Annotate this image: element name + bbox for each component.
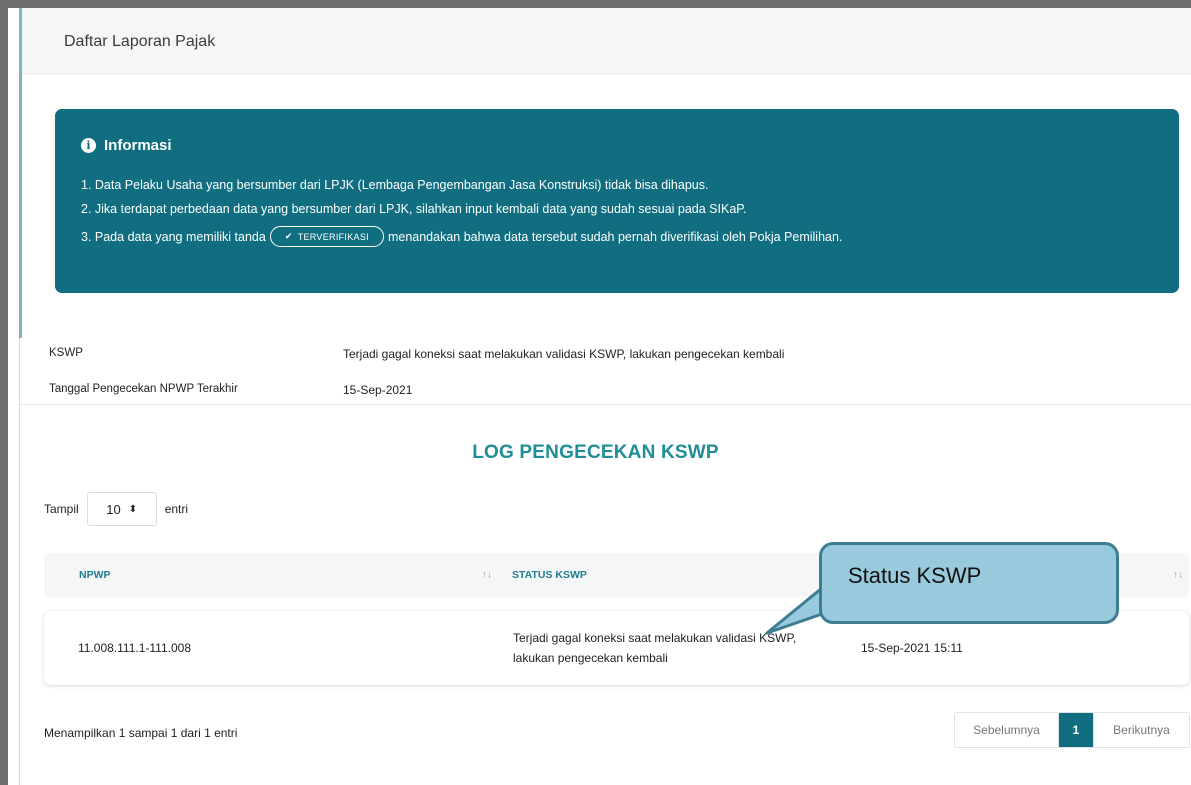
verified-badge: ✔ TERVERIFIKASI — [269, 226, 384, 247]
table-info: Menampilkan 1 sampai 1 dari 1 entri — [44, 726, 238, 740]
info-heading: i Informasi — [81, 137, 172, 154]
info-heading-text: Informasi — [104, 137, 172, 154]
column-header-npwp[interactable]: NPWP — [79, 553, 111, 597]
row-date: 15-Sep-2021 15:11 — [861, 641, 963, 655]
row-status-line-2: lakukan pengecekan kembali — [513, 651, 668, 665]
sidebar-divider — [19, 338, 20, 785]
page-1-button[interactable]: 1 — [1059, 713, 1093, 747]
check-icon: ✔ — [284, 231, 293, 241]
info-line-2: 2. Jika terdapat perbedaan data yang ber… — [81, 202, 747, 216]
column-header-status-kswp[interactable]: STATUS KSWP — [512, 553, 587, 597]
section-divider — [20, 404, 1191, 405]
info-line-3: 3. Pada data yang memiliki tanda ✔ TERVE… — [81, 226, 842, 247]
info-line-3-after: menandakan bahwa data tersebut sudah per… — [387, 229, 843, 244]
log-title: LOG PENGECEKAN KSWP — [472, 442, 719, 463]
page-title: Daftar Laporan Pajak — [64, 33, 216, 50]
page-length-select[interactable]: 10 ⬍ — [86, 492, 157, 526]
previous-page-button[interactable]: Sebelumnya — [955, 713, 1059, 747]
npwp-check-date-label: Tanggal Pengecekan NPWP Terakhir — [49, 383, 238, 395]
window-left-border — [0, 0, 8, 785]
annotation-callout: Status KSWP — [819, 542, 1119, 624]
callout-text: Status KSWP — [848, 563, 982, 588]
info-panel: i Informasi 1. Data Pelaku Usaha yang be… — [55, 109, 1179, 293]
info-line-3-before: 3. Pada data yang memiliki tanda — [81, 229, 266, 244]
page-length-control: Tampil 10 ⬍ entri — [44, 492, 188, 526]
kswp-label: KSWP — [49, 347, 83, 359]
window-top-border — [0, 0, 1191, 8]
show-label: Tampil — [44, 502, 79, 516]
row-status: Terjadi gagal koneksi saat melakukan val… — [513, 628, 796, 668]
sort-icon[interactable]: ↑↓ — [482, 570, 492, 581]
row-npwp: 11.008.111.1-111.008 — [78, 641, 191, 655]
row-status-line-1: Terjadi gagal koneksi saat melakukan val… — [513, 631, 797, 645]
page-length-value: 10 — [106, 501, 121, 517]
select-arrows-icon: ⬍ — [128, 503, 138, 515]
callout-pointer — [765, 586, 824, 635]
info-line-1: 1. Data Pelaku Usaha yang bersumber dari… — [81, 178, 709, 192]
info-circle-icon: i — [81, 138, 96, 153]
sort-icon[interactable]: ↑↓ — [1173, 570, 1183, 581]
entries-label: entri — [164, 502, 189, 516]
verified-badge-label: TERVERIFIKASI — [297, 231, 369, 242]
kswp-value: Terjadi gagal koneksi saat melakukan val… — [343, 347, 785, 361]
next-page-button[interactable]: Berikutnya — [1093, 713, 1189, 747]
pagination: Sebelumnya 1 Berikutnya — [954, 712, 1190, 748]
page-header: Daftar Laporan Pajak — [22, 8, 1191, 74]
npwp-check-date-value: 15-Sep-2021 — [343, 383, 413, 397]
